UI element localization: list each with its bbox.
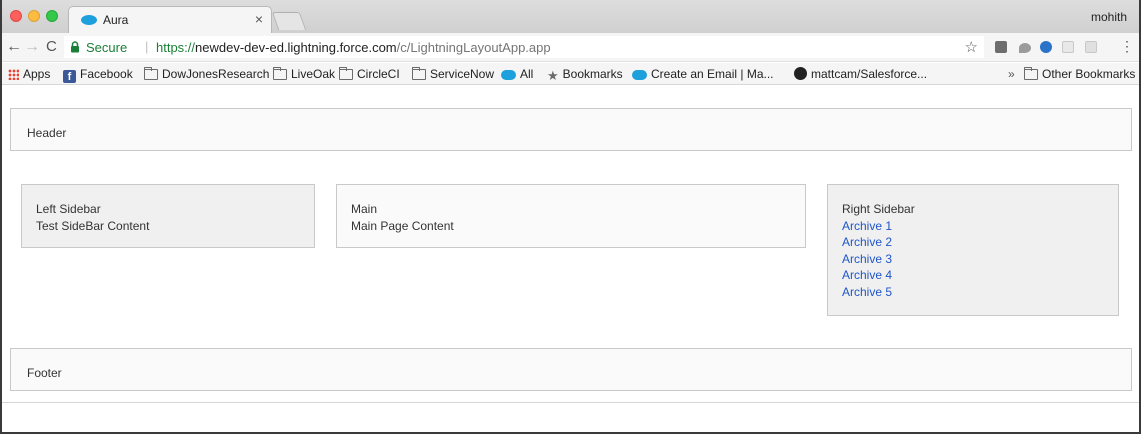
minimize-window-button[interactable] — [28, 10, 40, 22]
reload-icon[interactable]: C — [46, 38, 57, 56]
url-scheme: https:// — [156, 40, 196, 55]
new-tab-button[interactable] — [271, 12, 307, 30]
page-viewport: Header Left Sidebar Test SideBar Content… — [2, 86, 1139, 432]
layout-header: Header — [10, 108, 1132, 151]
archive-link[interactable]: Archive 4 — [842, 267, 915, 284]
folder-icon — [144, 67, 158, 80]
url-path: /c/LightningLayoutApp.app — [396, 40, 551, 55]
star-icon: ★ — [547, 68, 559, 83]
bookmarks-overflow[interactable]: » — [1008, 67, 1015, 81]
extension-icon[interactable] — [1085, 41, 1097, 53]
chevron-double-right-icon: » — [1008, 67, 1015, 81]
profile-name[interactable]: mohith — [1091, 10, 1127, 24]
bookmark-label: mattcam/Salesforce... — [811, 67, 928, 81]
left-sidebar-title: Left Sidebar — [36, 202, 101, 216]
apps-grid-icon — [8, 69, 19, 80]
tab-bar: Aura × mohith — [2, 0, 1139, 33]
extension-icon[interactable] — [1062, 41, 1074, 53]
github-icon — [794, 67, 807, 80]
header-text: Header — [27, 126, 67, 140]
main-section: Main Main Page Content — [336, 184, 806, 248]
forward-arrow-icon[interactable]: → — [24, 38, 40, 56]
footer-text: Footer — [27, 366, 62, 380]
browser-menu-icon[interactable]: ⋮ — [1120, 38, 1134, 55]
bookmark-mattcam[interactable]: mattcam/Salesforce... — [794, 67, 927, 81]
browser-toolbar: ← → C Secure | https://newdev-dev-ed.lig… — [2, 33, 1139, 62]
browser-window: Aura × mohith ← → C Secure | https://new… — [0, 0, 1141, 434]
bookmark-all[interactable]: All — [501, 67, 533, 81]
extension-icon[interactable] — [1040, 41, 1052, 53]
right-sidebar-title: Right Sidebar — [842, 202, 915, 216]
extension-icon[interactable] — [1019, 43, 1031, 53]
url-text: https://newdev-dev-ed.lightning.force.co… — [156, 40, 551, 55]
lock-icon — [71, 41, 79, 53]
archive-link[interactable]: Archive 1 — [842, 218, 915, 235]
archive-link[interactable]: Archive 2 — [842, 234, 915, 251]
main-content: Main Page Content — [351, 218, 454, 233]
bookmark-label: DowJonesResearch — [162, 67, 270, 81]
bookmark-dowjonesresearch[interactable]: DowJonesResearch — [144, 67, 269, 81]
back-arrow-icon[interactable]: ← — [6, 38, 22, 56]
folder-icon — [273, 67, 287, 80]
bookmark-create-email[interactable]: Create an Email | Ma... — [632, 67, 774, 81]
bookmark-label: CircleCI — [357, 67, 400, 81]
tab-aura[interactable]: Aura × — [68, 6, 272, 33]
bookmark-liveoak[interactable]: LiveOak — [273, 67, 335, 81]
bookmark-other[interactable]: Other Bookmarks — [1024, 67, 1135, 81]
bookmark-label: Other Bookmarks — [1042, 67, 1136, 81]
right-sidebar: Right Sidebar Archive 1 Archive 2 Archiv… — [827, 184, 1119, 316]
left-sidebar: Left Sidebar Test SideBar Content — [21, 184, 315, 248]
extension-icon[interactable] — [995, 41, 1007, 53]
layout-footer: Footer — [10, 348, 1132, 391]
divider — [2, 402, 1139, 403]
secure-label: Secure — [86, 40, 128, 55]
url-host: newdev-dev-ed.lightning.force.com — [195, 40, 397, 55]
bookmark-servicenow[interactable]: ServiceNow — [412, 67, 494, 81]
bookmark-star-icon[interactable]: ☆ — [965, 38, 978, 56]
salesforce-cloud-icon — [81, 15, 97, 25]
zoom-window-button[interactable] — [46, 10, 58, 22]
bookmark-label: Apps — [23, 67, 51, 81]
tab-title: Aura — [103, 13, 129, 27]
bookmark-label: ServiceNow — [430, 67, 495, 81]
main-title: Main — [351, 202, 378, 216]
bookmark-label: Bookmarks — [562, 67, 623, 81]
folder-icon — [339, 67, 353, 80]
bookmark-label: LiveOak — [291, 67, 336, 81]
folder-icon — [412, 67, 426, 80]
left-sidebar-content: Test SideBar Content — [36, 218, 150, 233]
tab-close-icon[interactable]: × — [255, 11, 263, 27]
bookmark-label: Create an Email | Ma... — [651, 67, 774, 81]
salesforce-cloud-icon — [632, 70, 647, 80]
facebook-icon: f — [63, 70, 76, 83]
bookmark-label: All — [520, 67, 534, 81]
url-separator: | — [145, 39, 149, 54]
bookmark-circleci[interactable]: CircleCI — [339, 67, 400, 81]
close-window-button[interactable] — [10, 10, 22, 22]
bookmarks-bar: Apps f Facebook DowJonesResearch LiveOak … — [2, 63, 1139, 85]
bookmark-bookmarks[interactable]: ★ Bookmarks — [547, 67, 623, 84]
address-bar[interactable]: Secure | https://newdev-dev-ed.lightning… — [64, 36, 984, 58]
folder-icon — [1024, 67, 1038, 80]
archive-link[interactable]: Archive 3 — [842, 251, 915, 268]
bookmark-label: Facebook — [80, 67, 133, 81]
salesforce-cloud-icon — [501, 70, 516, 80]
bookmark-facebook[interactable]: f Facebook — [63, 67, 133, 83]
archive-link[interactable]: Archive 5 — [842, 284, 915, 301]
bookmark-apps[interactable]: Apps — [8, 67, 50, 81]
